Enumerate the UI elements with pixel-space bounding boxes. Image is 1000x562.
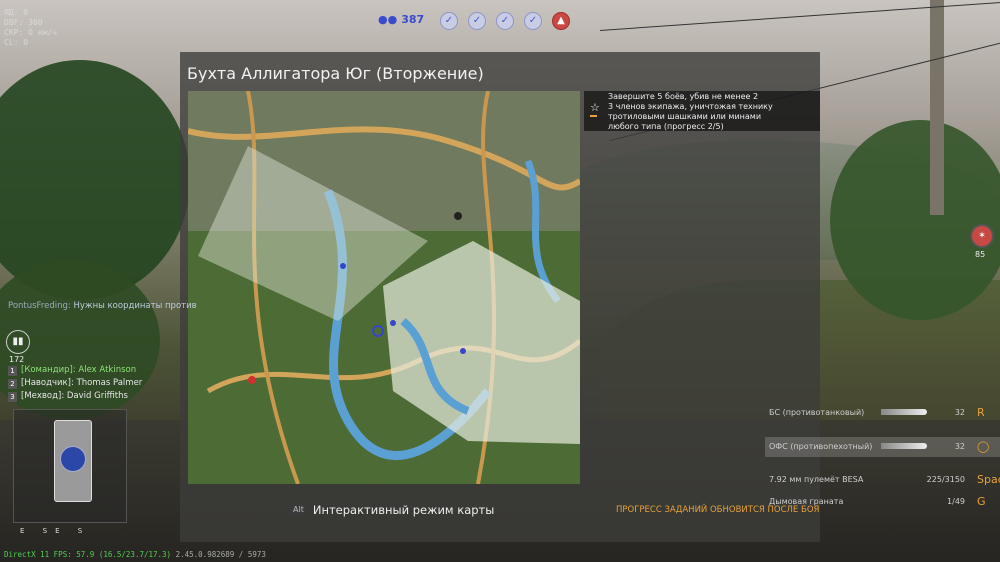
objective-captured-icon: ✓ (496, 12, 514, 30)
crew-seat-number: 2 (8, 378, 17, 389)
mission-line: тротиловыми шашками или минами (608, 112, 762, 121)
chat-message: PontusFreding: Нужны координаты против (8, 301, 197, 311)
mission-line: 3 членов экипажа, уничтожая технику (608, 102, 773, 111)
alt-key-badge: Alt (290, 504, 307, 515)
crew-seat-number: 1 (8, 365, 17, 376)
weapon-name: БС (противотанковый) (769, 408, 865, 417)
objective-captured-icon: ✓ (524, 12, 542, 30)
utility-pole (930, 0, 944, 215)
crew-row[interactable]: 1 [Командир]: Alex Atkinson (8, 364, 142, 377)
crew-name: David Griffiths (66, 391, 128, 401)
mission-line: Завершите 5 боёв, убив не менее 2 (608, 92, 759, 101)
build-version: 2.45.0.982689 / 5973 (175, 550, 266, 559)
debug-line: CL: 0 (4, 38, 29, 47)
fps-counter: DirectX 11 FPS: 57.9 (16.5/23.7/17.3) 2.… (4, 550, 266, 559)
shell-ap-icon (881, 406, 927, 418)
crew-role: [Командир]: (21, 365, 76, 375)
top-bar: ●● 387 ✓ ✓ ✓ ✓ ▲ (0, 10, 1000, 30)
crew-name: Alex Atkinson (78, 365, 137, 375)
mission-line: любого типа (прогресс 2/5) (608, 122, 724, 131)
ammo-icon: ▮▮ (6, 330, 30, 354)
chat-text: Нужны координаты против (73, 301, 197, 311)
weapon-count: 1/49 (947, 497, 965, 506)
weapon-keybind: R (977, 406, 985, 419)
compass: E SE S (20, 527, 90, 535)
player-count-value: 387 (401, 13, 425, 26)
tactical-map[interactable] (188, 91, 580, 484)
ammo-count: 172 (9, 355, 25, 364)
tank-status-box (13, 409, 127, 523)
weapon-keybind: Space (977, 473, 1000, 486)
crew-row[interactable]: 3 [Мехвод]: David Griffiths (8, 390, 142, 403)
compass-mark: E (20, 527, 33, 535)
weapon-count: 32 (954, 408, 965, 417)
player-count: ●● 387 (378, 13, 424, 26)
crew-row[interactable]: 2 [Наводчик]: Thomas Palmer (8, 377, 142, 390)
weapon-row-mg[interactable]: 7.92 мм пулемёт BESA 225/3150 Space (765, 470, 1000, 490)
objective-captured-icon: ✓ (468, 12, 486, 30)
weapon-count: 32 (954, 442, 965, 451)
weapon-keybind: G (977, 495, 986, 508)
palm-tree-right (830, 120, 1000, 320)
interactive-map-hint[interactable]: Alt Интерактивный режим карты (290, 503, 494, 517)
compass-mark: S (77, 527, 91, 535)
crew-role: [Мехвод]: (21, 391, 65, 401)
fps-text: DirectX 11 FPS: 57.9 (16.5/23.7/17.3) (4, 550, 172, 559)
indicator-count: 85 (975, 250, 986, 259)
weapon-row-he[interactable]: ОФС (противопехотный) 32 ◯ (765, 437, 1000, 457)
weapon-row-smoke[interactable]: Дымовая граната 1/49 G (765, 492, 1000, 512)
weapon-name: 7.92 мм пулемёт BESA (769, 475, 864, 484)
crew-list: 1 [Командир]: Alex Atkinson 2 [Наводчик]… (8, 364, 142, 403)
weapon-row-ap[interactable]: БС (противотанковый) 32 R (765, 403, 1000, 423)
mouse-icon: ◯ (977, 440, 990, 453)
weapon-name: ОФС (противопехотный) (769, 442, 873, 451)
tank-turret-icon (60, 446, 86, 472)
chat-author: PontusFreding: (8, 301, 71, 311)
mission-text: Завершите 5 боёв, убив не менее 2 3 член… (608, 92, 818, 132)
objective-enemy-icon: ▲ (552, 12, 570, 30)
map-title: Бухта Аллигатора Юг (Вторжение) (187, 64, 484, 83)
interactive-map-label: Интерактивный режим карты (312, 503, 495, 517)
objective-captured-icon: ✓ (440, 12, 458, 30)
star-icon: ☆ (590, 101, 600, 114)
players-icon: ●● (378, 13, 398, 26)
map-graphic (188, 91, 580, 484)
crew-role: [Наводчик]: (21, 378, 74, 388)
crew-name: Thomas Palmer (76, 378, 143, 388)
shell-he-icon (881, 440, 927, 452)
compass-mark: SE (42, 527, 68, 535)
weapon-name: Дымовая граната (769, 497, 844, 506)
mission-progress-bar (590, 115, 597, 117)
grenade-indicator-icon: ✶ (970, 224, 994, 248)
crew-seat-number: 3 (8, 391, 17, 402)
mission-card: ☆ Завершите 5 боёв, убив не менее 2 3 чл… (584, 91, 820, 131)
weapon-count: 225/3150 (926, 475, 965, 484)
smoke-grenade-icon (881, 495, 927, 507)
